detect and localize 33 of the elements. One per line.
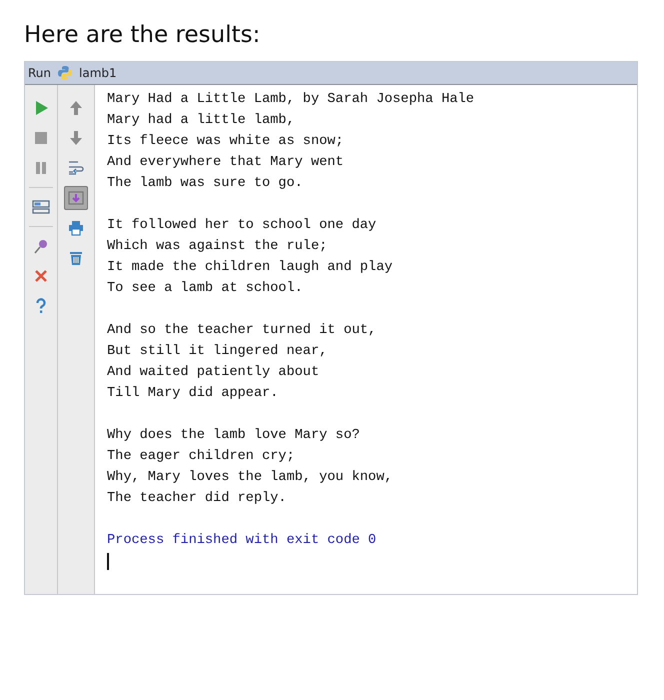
stop-icon[interactable] xyxy=(32,129,50,147)
console-output-line: It followed her to school one day xyxy=(107,217,378,235)
trash-icon xyxy=(67,249,85,267)
up-arrow-icon xyxy=(67,99,85,117)
console-output-line: But still it lingered near, xyxy=(107,343,328,361)
console-output-line: Till Mary did appear. xyxy=(107,385,280,403)
console-output-line: To see a lamb at school. xyxy=(107,280,304,298)
run-config-name: lamb1 xyxy=(79,66,117,80)
exit-message: Process finished with exit code 0 xyxy=(107,532,378,550)
console-output-line: The eager children cry; xyxy=(107,448,296,466)
console-output-line: And everywhere that Mary went xyxy=(107,154,345,172)
console-output-line: It made the children laugh and play xyxy=(107,259,394,277)
console-output-line: And waited patiently about xyxy=(107,364,320,382)
printer-icon xyxy=(67,219,85,237)
console-output-line: Its fleece was white as snow; xyxy=(107,133,345,151)
console-output-line: Why does the lamb love Mary so? xyxy=(107,427,361,445)
down-arrow-icon xyxy=(67,129,85,147)
console-output-line: The teacher did reply. xyxy=(107,490,288,508)
python-logo-icon xyxy=(57,65,74,81)
console-output-line: Mary had a little lamb, xyxy=(107,112,296,130)
text-cursor xyxy=(107,553,109,570)
layout-icon[interactable] xyxy=(32,198,50,216)
console-output-line: Mary Had a Little Lamb, by Sarah Josepha Hale xyxy=(107,91,476,109)
scroll-to-end-button[interactable] xyxy=(64,186,88,210)
wrap-icon xyxy=(67,159,85,177)
console-output-line: Why, Mary loves the lamb, you know, xyxy=(107,469,394,487)
page-heading: Here are the results: xyxy=(24,21,262,50)
console-output-line: And so the teacher turned it out, xyxy=(107,322,378,340)
scroll-down-icon xyxy=(67,189,85,207)
panel-title: Run xyxy=(28,66,52,80)
console-output-line: Which was against the rule; xyxy=(107,238,328,256)
console-output-line: The lamb was sure to go. xyxy=(107,175,304,193)
pin-icon[interactable] xyxy=(32,237,50,255)
